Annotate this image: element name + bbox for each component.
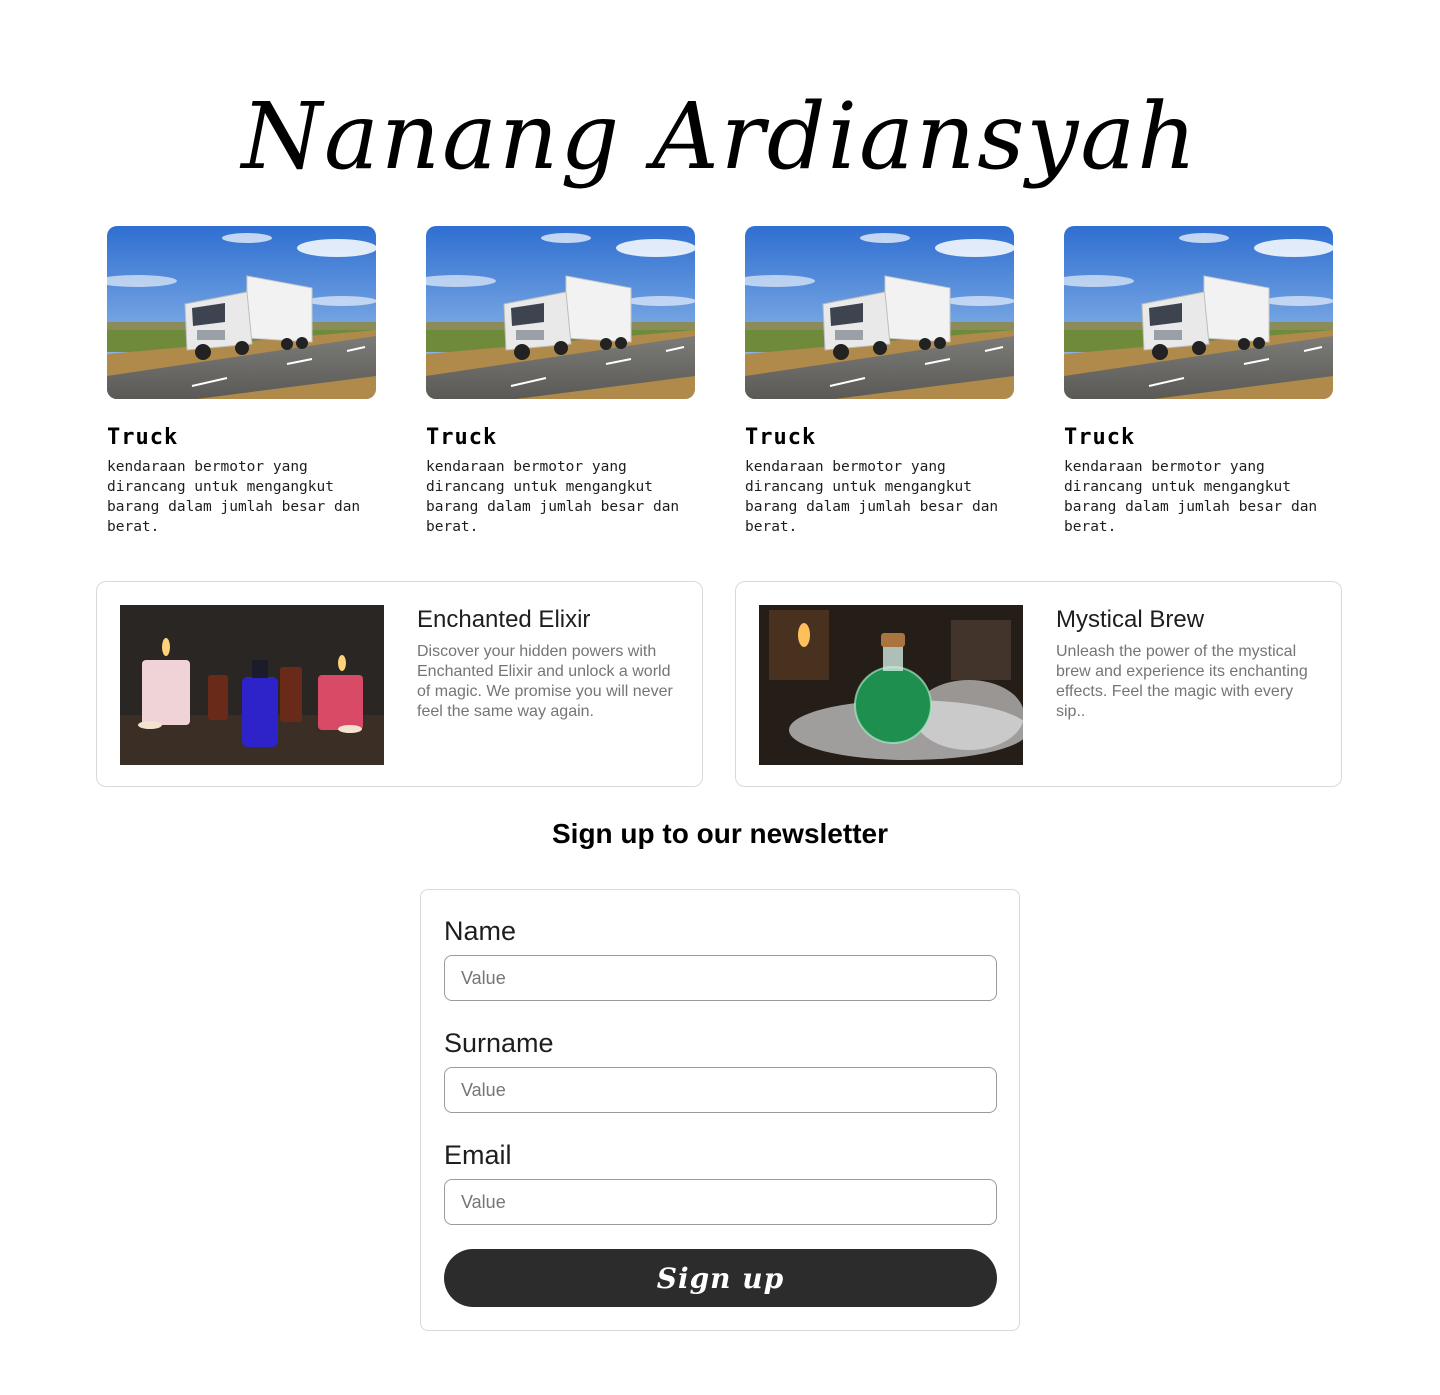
truck-image xyxy=(1064,226,1333,399)
truck-image xyxy=(426,226,695,399)
email-label: Email xyxy=(444,1140,512,1170)
truck-card-description: kendaraan bermotor yang dirancang untuk … xyxy=(745,459,999,535)
truck-image xyxy=(745,226,1014,399)
product-card[interactable]: Enchanted Elixir Discover your hidden po… xyxy=(96,581,703,787)
truck-card-description: kendaraan bermotor yang dirancang untuk … xyxy=(107,459,361,535)
product-image xyxy=(120,605,384,765)
newsletter-form: Name Surname Email Sign up xyxy=(420,889,1020,1331)
product-image xyxy=(759,605,1023,765)
product-title: Mystical Brew xyxy=(1056,606,1205,633)
product-card[interactable]: Mystical Brew Unleash the power of the m… xyxy=(735,581,1342,787)
product-title: Enchanted Elixir xyxy=(417,606,591,633)
truck-card-description: kendaraan bermotor yang dirancang untuk … xyxy=(426,459,680,535)
sign-up-button[interactable]: Sign up xyxy=(444,1249,997,1307)
surname-label: Surname xyxy=(444,1028,554,1058)
email-field[interactable] xyxy=(444,1179,997,1225)
truck-card-description: kendaraan bermotor yang dirancang untuk … xyxy=(1064,459,1318,535)
truck-card: Truck kendaraan bermotor yang dirancang … xyxy=(426,226,695,537)
name-label: Name xyxy=(444,916,517,946)
surname-field[interactable] xyxy=(444,1067,997,1113)
truck-card: Truck kendaraan bermotor yang dirancang … xyxy=(745,226,1014,537)
product-description: Discover your hidden powers with Enchant… xyxy=(417,643,673,720)
truck-card-title: Truck xyxy=(107,425,179,450)
newsletter-heading: Sign up to our newsletter xyxy=(551,818,888,849)
truck-card-title: Truck xyxy=(1064,425,1136,450)
truck-card: Truck kendaraan bermotor yang dirancang … xyxy=(1064,226,1333,537)
product-description: Unleash the power of the mystical brew a… xyxy=(1056,643,1308,720)
truck-card-title: Truck xyxy=(426,425,498,450)
truck-card-title: Truck xyxy=(745,425,817,450)
page-title: Nanang Ardiansyah xyxy=(241,83,1199,190)
truck-card: Truck kendaraan bermotor yang dirancang … xyxy=(107,226,376,537)
truck-image xyxy=(107,226,376,399)
name-field[interactable] xyxy=(444,955,997,1001)
